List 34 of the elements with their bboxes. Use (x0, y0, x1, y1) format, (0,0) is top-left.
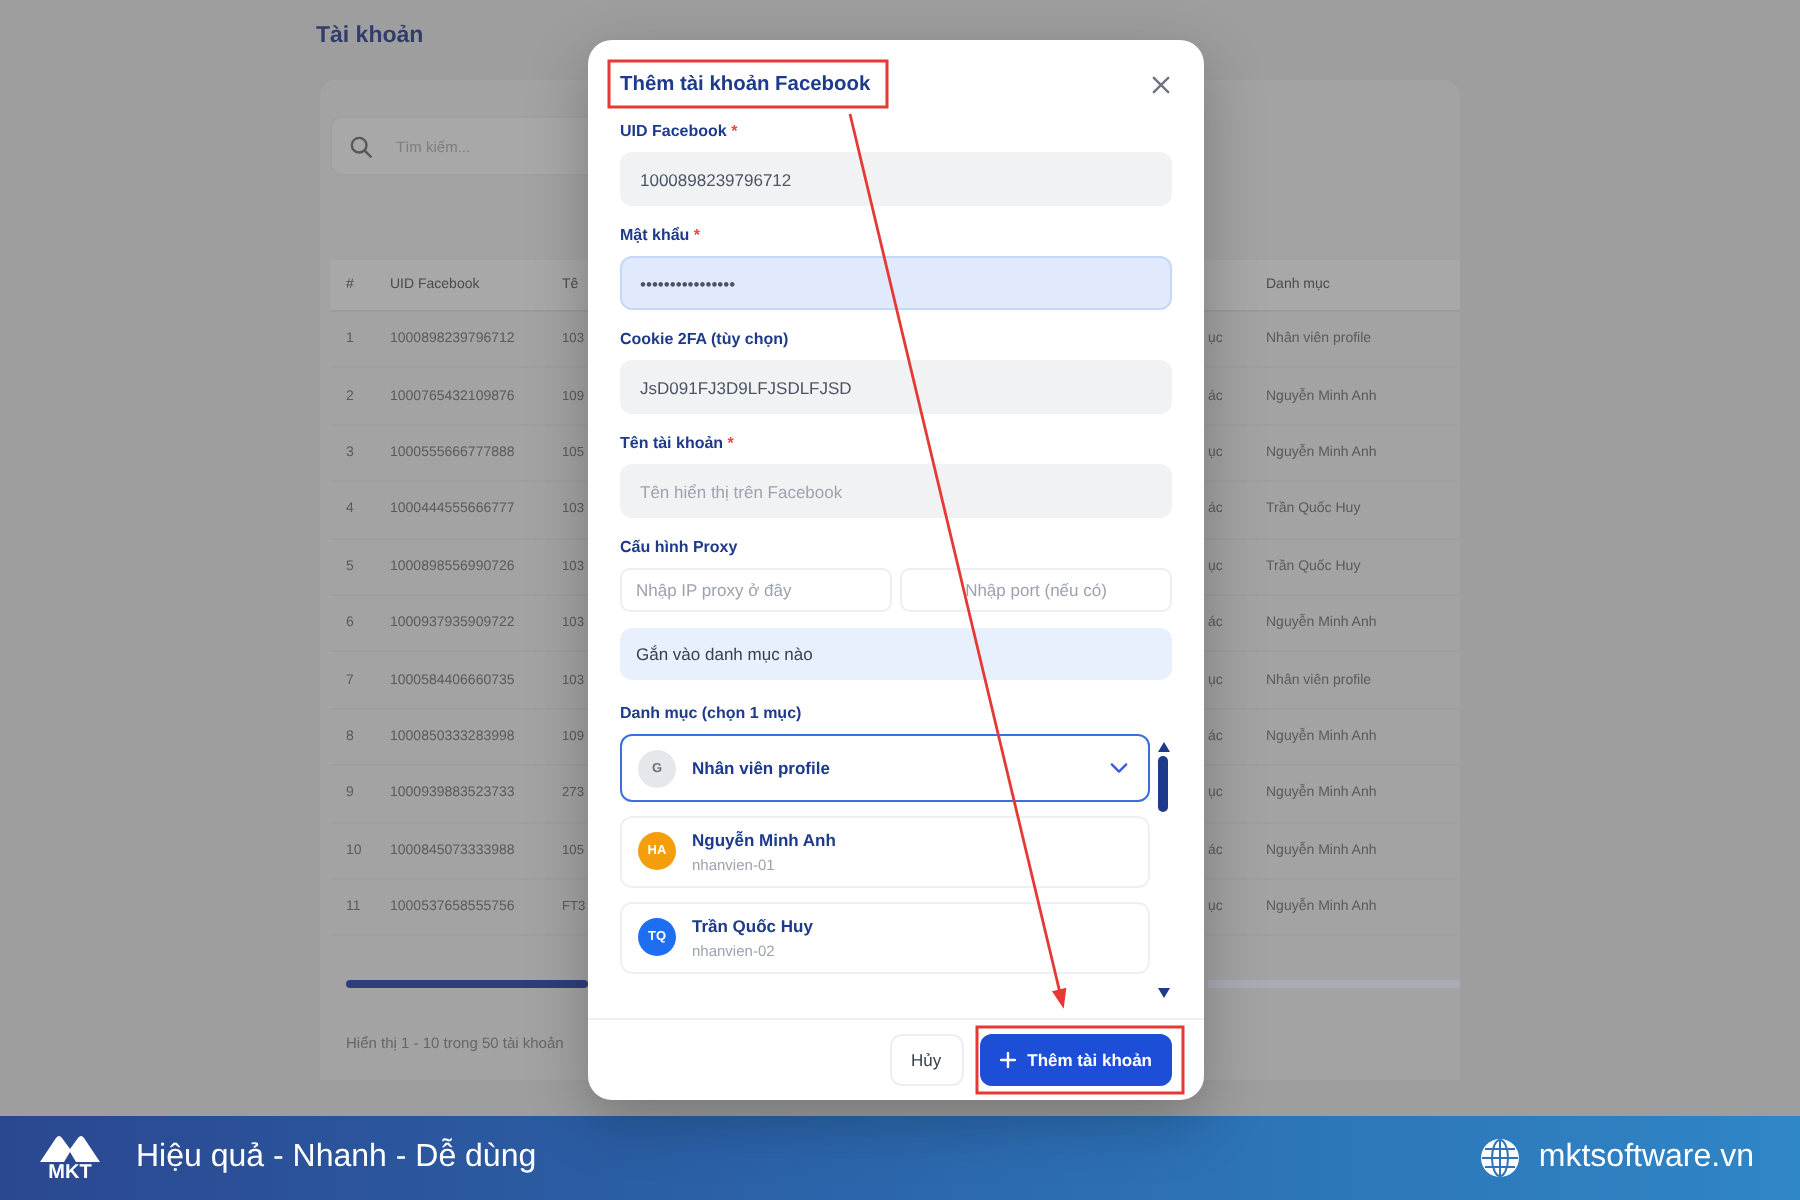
field-label: Danh mục (chọn 1 mục) (620, 704, 802, 724)
field-label: Cấu hình Proxy (620, 538, 738, 558)
scrollbar-thumb[interactable] (346, 980, 588, 989)
website-link[interactable]: mktsoftware.vn (1538, 1140, 1754, 1176)
scrollbar-thumb[interactable] (1158, 756, 1168, 812)
text-field[interactable]: Tên hiển thị trên Facebook (620, 464, 1172, 518)
field-label: Cookie 2FA (tùy chọn) (620, 330, 789, 350)
field-label: Mật khẩu * (620, 226, 701, 246)
close-button[interactable] (1148, 72, 1172, 96)
chevron-down-icon (1110, 762, 1128, 774)
proxy-port-field[interactable]: Nhập port (nếu có) (900, 568, 1172, 612)
slogan: Hiệu quả - Nhanh - Dễ dùng (136, 1140, 537, 1176)
logo-icon (38, 1132, 102, 1162)
text-field[interactable]: JsD091FJ3D9LFJSDLFJSD (620, 360, 1172, 414)
cancel-button[interactable]: Hủy (889, 1034, 964, 1086)
scroll-up-icon[interactable] (1157, 742, 1169, 752)
category-name: Trần Quốc Huy (692, 915, 813, 936)
scroll-down-icon[interactable] (1157, 988, 1169, 998)
logo-text: MKT (48, 1162, 92, 1184)
field-label: Tên tài khoản * (620, 434, 734, 454)
category-name: Nhân viên profile (692, 758, 830, 778)
section-banner: Gắn vào danh mục nào (620, 628, 1172, 680)
close-icon (1151, 75, 1169, 93)
proxy-ip-field[interactable]: Nhập IP proxy ở đây (620, 568, 892, 612)
text-field[interactable]: 1000898239796712 (620, 152, 1172, 206)
search-icon (350, 135, 372, 157)
category-name: Nguyễn Minh Anh (692, 829, 836, 850)
dialog-title: Thêm tài khoản Facebook (620, 73, 871, 95)
text-field[interactable]: •••••••••••••••• (620, 256, 1172, 310)
page-title: Tài khoản (316, 22, 424, 52)
plus-icon (999, 1052, 1016, 1068)
field-label: UID Facebook * (620, 122, 738, 142)
globe-icon (1480, 1138, 1521, 1178)
add-account-button[interactable]: Thêm tài khoản (979, 1034, 1172, 1086)
